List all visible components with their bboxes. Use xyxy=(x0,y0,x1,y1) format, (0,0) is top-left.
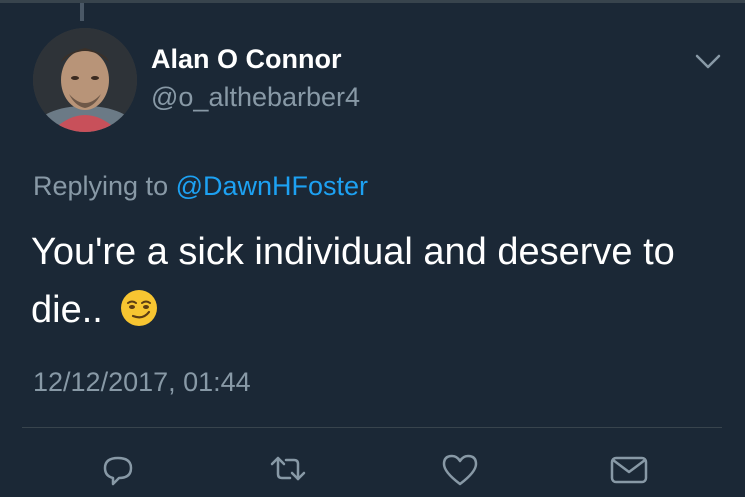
thread-connector-line xyxy=(80,3,84,21)
author-handle[interactable]: @o_althebarber4 xyxy=(151,82,360,113)
reply-icon[interactable] xyxy=(99,452,139,492)
tweet-timestamp: 12/12/2017, 01:44 xyxy=(33,367,251,397)
message-icon[interactable] xyxy=(609,452,649,492)
retweet-icon[interactable] xyxy=(268,452,308,492)
chevron-down-icon[interactable] xyxy=(693,50,723,72)
tweet-text: You're a sick individual and deserve to … xyxy=(31,223,721,339)
reply-mention-link[interactable]: @DawnHFoster xyxy=(176,171,368,201)
smirking-face-icon xyxy=(119,287,159,327)
top-border xyxy=(0,0,745,3)
actions-divider xyxy=(22,427,722,428)
replying-to-label: Replying to xyxy=(33,171,176,201)
replying-to-line: Replying to @DawnHFoster xyxy=(33,171,368,202)
author-display-name[interactable]: Alan O Connor xyxy=(151,44,342,75)
like-icon[interactable] xyxy=(440,452,480,492)
avatar[interactable] xyxy=(33,28,137,132)
